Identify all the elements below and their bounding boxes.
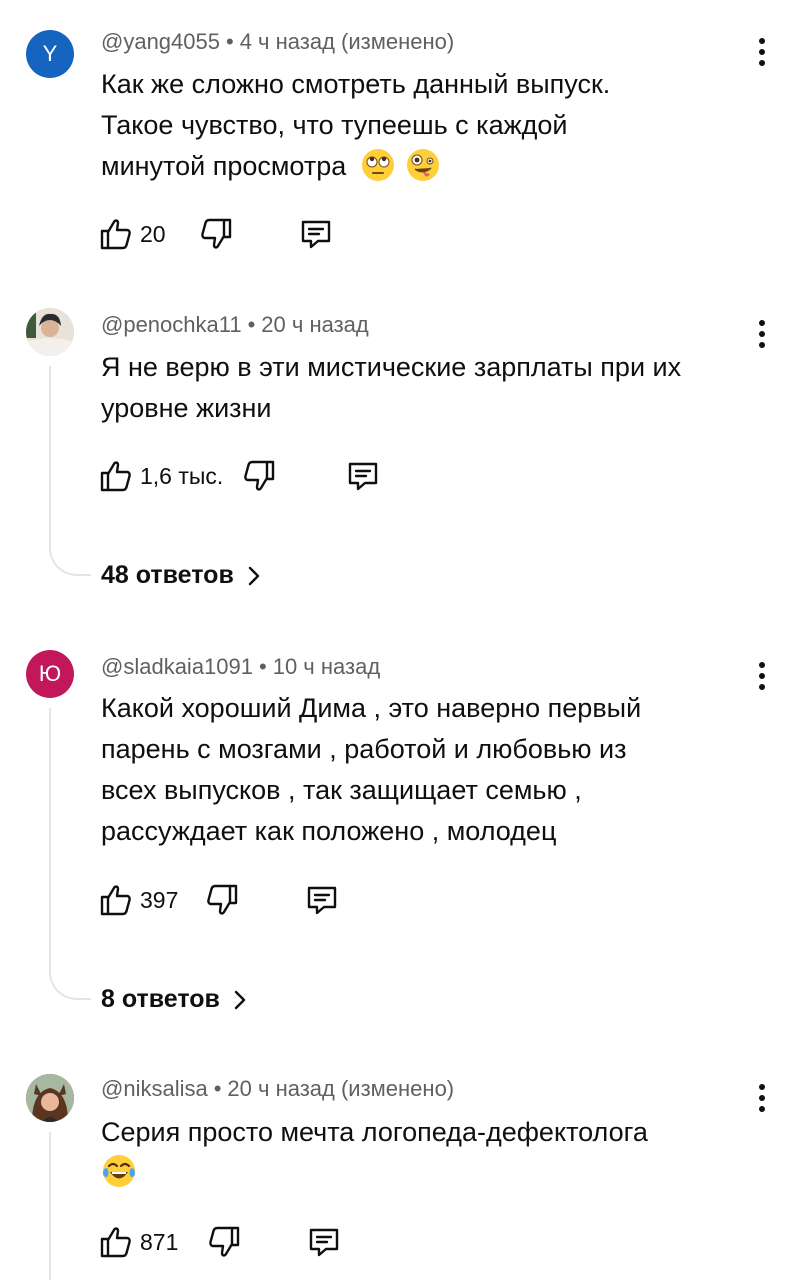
chevron-right-icon	[246, 566, 262, 586]
timestamp: 10 ч назад	[272, 654, 381, 679]
comment-meta: @niksalisa • 20 ч назад (изменено)	[101, 1076, 454, 1102]
like-count: 397	[140, 886, 179, 913]
thumbs-down-icon	[198, 216, 234, 252]
reply-icon	[345, 458, 381, 494]
replies-count: 8 ответов	[101, 985, 220, 1013]
comment-meta: @penochka11 • 20 ч назад	[101, 312, 369, 338]
comment-line	[101, 1153, 761, 1195]
view-replies-button[interactable]: 8 ответов	[101, 985, 248, 1014]
separator-dot: •	[225, 29, 234, 54]
separator-dot: •	[259, 654, 267, 679]
timestamp: 4 ч назад (изменено)	[239, 29, 455, 54]
comment-actions: 397	[98, 880, 340, 920]
timestamp: 20 ч назад	[261, 312, 369, 337]
avatar-letter: Ю	[38, 661, 62, 686]
like-count: 1,6 тыс.	[140, 462, 224, 489]
comment-actions: 871	[98, 1222, 342, 1262]
reply-button[interactable]	[306, 1224, 342, 1260]
author-name[interactable]: @sladkaia1091	[101, 654, 253, 679]
comment-text: Серия просто мечта логопеда-дефектолога	[101, 1112, 761, 1195]
zany-face-emoji	[407, 149, 440, 181]
author-name[interactable]: @penochka11	[101, 312, 242, 337]
comment-line: Такое чувство, что тупеешь с каждой	[101, 110, 568, 140]
author-name[interactable]: @yang4055	[101, 29, 220, 54]
dislike-button[interactable]	[241, 458, 277, 494]
separator-dot: •	[213, 1076, 222, 1101]
chevron-right-icon	[232, 990, 248, 1010]
tears-of-joy-emoji	[103, 1155, 135, 1187]
like-button[interactable]	[98, 458, 134, 494]
reply-button[interactable]	[345, 458, 381, 494]
author-name[interactable]: @niksalisa	[101, 1076, 208, 1101]
dislike-button[interactable]	[204, 882, 240, 918]
thumbs-down-icon	[206, 1224, 242, 1260]
comment-line: Серия просто мечта логопеда-дефектолога	[101, 1117, 648, 1147]
view-replies-button[interactable]: 48 ответов	[101, 561, 262, 590]
thread-line	[49, 708, 91, 1000]
comment-text: Я не верю в эти мистические зарплаты при…	[101, 347, 761, 429]
thumbs-up-icon	[98, 216, 134, 252]
thumbs-up-icon	[98, 882, 134, 918]
comment-line: Какой хороший Дима , это наверно первый	[101, 693, 642, 723]
avatar-photo	[26, 308, 74, 356]
comment-line: всех выпусков , так защищает семью ,	[101, 775, 582, 805]
comment-line: Как же сложно смотреть данный выпуск.	[101, 69, 611, 99]
like-count: 20	[140, 220, 166, 247]
thumbs-down-icon	[204, 882, 240, 918]
avatar[interactable]	[26, 308, 74, 356]
comment-line: уровне жизни	[101, 393, 272, 423]
avatar-photo	[26, 1074, 74, 1122]
dislike-button[interactable]	[198, 216, 234, 252]
comment-text: Какой хороший Дима , это наверно первый …	[101, 688, 761, 852]
like-count: 871	[140, 1228, 179, 1255]
avatar[interactable]	[26, 1074, 74, 1122]
comment-meta: @yang4055 • 4 ч назад (изменено)	[101, 29, 454, 55]
reply-icon	[304, 882, 340, 918]
rolling-eyes-emoji	[361, 149, 394, 181]
comment-actions: 20	[98, 214, 334, 254]
reply-button[interactable]	[298, 216, 334, 252]
thumbs-up-icon	[98, 1224, 134, 1260]
thread-line	[49, 1132, 91, 1280]
separator-dot: •	[247, 312, 256, 337]
reply-icon	[306, 1224, 342, 1260]
comment-line: рассуждает как положено , молодец	[101, 816, 557, 846]
thumbs-up-icon	[98, 458, 134, 494]
like-button[interactable]	[98, 1224, 134, 1260]
thread-line	[49, 366, 91, 576]
comment-line: Я не верю в эти мистические зарплаты при…	[101, 352, 682, 382]
avatar[interactable]: Y	[26, 30, 74, 78]
timestamp: 20 ч назад (изменено)	[227, 1076, 455, 1101]
comment-text: Как же сложно смотреть данный выпуск. Та…	[101, 64, 761, 187]
reply-button[interactable]	[304, 882, 340, 918]
comment-actions: 1,6 тыс.	[98, 456, 381, 496]
comment-line: минутой просмотра	[101, 146, 761, 187]
like-button[interactable]	[98, 216, 134, 252]
comment-meta: @sladkaia1091 • 10 ч назад	[101, 654, 380, 680]
like-button[interactable]	[98, 882, 134, 918]
dislike-button[interactable]	[206, 1224, 242, 1260]
avatar[interactable]: Ю	[26, 650, 74, 698]
replies-count: 48 ответов	[101, 561, 234, 589]
thumbs-down-icon	[241, 458, 277, 494]
reply-icon	[298, 216, 334, 252]
comment-line: парень с мозгами , работой и любовью из	[101, 734, 627, 764]
avatar-letter: Y	[42, 41, 58, 66]
